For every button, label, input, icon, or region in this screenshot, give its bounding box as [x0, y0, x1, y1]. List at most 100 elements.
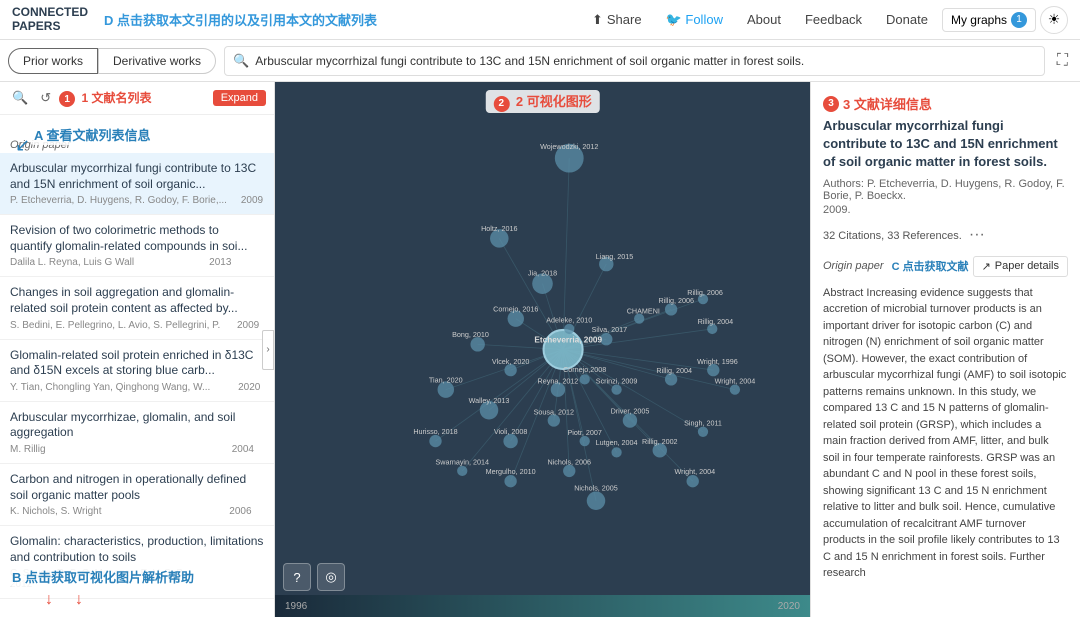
svg-text:Bong, 2010: Bong, 2010: [452, 330, 489, 339]
locate-button[interactable]: ◎: [317, 563, 345, 591]
tab-group: Prior works Derivative works: [8, 48, 216, 74]
left-panel-header: 🔍 ↺ 1 1 文献名列表 Expand: [0, 82, 274, 115]
viz-controls: ? ◎: [283, 563, 345, 591]
search-row: Prior works Derivative works 🔍 ⛶: [0, 40, 1080, 82]
svg-text:Hurisso, 2018: Hurisso, 2018: [413, 427, 457, 436]
fullscreen-icon: ⛶: [1057, 52, 1068, 69]
search-input[interactable]: [255, 54, 1036, 68]
panel-refresh-icon[interactable]: ↺: [36, 88, 55, 108]
list-item[interactable]: Carbon and nitrogen in operationally def…: [0, 464, 274, 526]
share-button[interactable]: ⬆ Share: [582, 8, 652, 32]
twitter-icon: 🐦: [666, 12, 682, 27]
svg-text:Nichols, 2006: Nichols, 2006: [547, 458, 591, 467]
share-icon: ⬆: [592, 12, 603, 28]
right-panel: 3 3 文献详细信息 Arbuscular mycorrhizal fungi …: [810, 82, 1080, 617]
paper-meta: M. Rillig 2004: [10, 444, 264, 455]
paper-detail-year: 2009.: [823, 204, 1068, 216]
svg-text:Vlcek, 2020: Vlcek, 2020: [492, 357, 530, 366]
svg-text:Walley, 2013: Walley, 2013: [469, 396, 510, 405]
list-item[interactable]: Glomalin: characteristics, production, l…: [0, 526, 274, 599]
paper-title: Arbuscular mycorrhizal fungi contribute …: [10, 161, 264, 192]
timeline-end: 2020: [778, 601, 800, 612]
panel-search-icon[interactable]: 🔍: [8, 88, 32, 108]
scroll-arrow[interactable]: ›: [262, 330, 274, 370]
svg-text:Wright, 1996: Wright, 1996: [697, 357, 738, 366]
list-item[interactable]: Changes in soil aggregation and glomalin…: [0, 277, 274, 339]
svg-text:Rillig, 2004: Rillig, 2004: [698, 317, 734, 326]
svg-text:Nichols, 2005: Nichols, 2005: [574, 483, 618, 492]
timeline-start: 1996: [285, 601, 307, 612]
theme-toggle-button[interactable]: ☀: [1040, 6, 1068, 34]
paper-title: Carbon and nitrogen in operationally def…: [10, 472, 264, 503]
svg-text:Reyna, 2012: Reyna, 2012: [538, 376, 579, 385]
svg-text:Rillig, 2006: Rillig, 2006: [658, 296, 694, 305]
sun-icon: ☀: [1048, 11, 1061, 28]
center-panel: 2 2 可视化图形: [275, 82, 810, 617]
svg-text:Holtz, 2016: Holtz, 2016: [481, 224, 517, 233]
paper-title: Arbuscular mycorrhizae, glomalin, and so…: [10, 410, 264, 441]
my-graphs-badge: 1: [1011, 12, 1027, 28]
svg-text:Singh, 2011: Singh, 2011: [684, 419, 722, 428]
list-item[interactable]: Arbuscular mycorrhizae, glomalin, and so…: [0, 402, 274, 464]
origin-badge-row: Origin paper C 点击获取文献 ↗ Paper details: [823, 256, 1068, 277]
nav-title-link[interactable]: D 点击获取本文引用的以及引用本文的文献列表: [104, 10, 574, 29]
paper-meta: P. Etcheverria, D. Huygens, R. Godoy, F.…: [10, 195, 264, 206]
papers-list: Origin paper Arbuscular mycorrhizal fung…: [0, 133, 274, 617]
svg-text:Silva, 2017: Silva, 2017: [592, 325, 628, 334]
feedback-button[interactable]: Feedback: [795, 8, 872, 31]
paper-title: Glomalin-related soil protein enriched i…: [10, 348, 264, 379]
my-graphs-button[interactable]: My graphs 1: [942, 8, 1036, 32]
list-item[interactable]: Revision of two colorimetric methods to …: [0, 215, 274, 277]
svg-text:Adeleke, 2010: Adeleke, 2010: [546, 316, 592, 325]
search-icon: 🔍: [233, 53, 249, 69]
fullscreen-button[interactable]: ⛶: [1053, 48, 1072, 74]
paper-detail-citations: 32 Citations, 33 References. ···: [823, 224, 1068, 246]
svg-text:Sousa, 2012: Sousa, 2012: [534, 407, 574, 416]
main-layout: 🔍 ↺ 1 1 文献名列表 Expand A 查看文献列表信息 ↙ Origin…: [0, 82, 1080, 617]
timeline-bar: 1996 2020: [275, 595, 810, 617]
svg-text:Wright, 2004: Wright, 2004: [715, 376, 756, 385]
paper-title: Changes in soil aggregation and glomalin…: [10, 285, 264, 316]
svg-text:Rillig, 2006: Rillig, 2006: [687, 288, 723, 297]
svg-text:Etcheverria, 2009: Etcheverria, 2009: [534, 335, 602, 344]
svg-text:Rillig, 2004: Rillig, 2004: [656, 366, 692, 375]
svg-text:Lutgen, 2004: Lutgen, 2004: [596, 438, 638, 447]
svg-text:Wright, 2004: Wright, 2004: [674, 467, 715, 476]
list-item[interactable]: Glomalin-related soil protein enriched i…: [0, 340, 274, 402]
paper-meta: C. Sousa, R. S. C. Menezes, E. V. S. B..…: [10, 568, 264, 590]
paper-detail-title: Arbuscular mycorrhizal fungi contribute …: [823, 117, 1068, 172]
expand-button[interactable]: Expand: [213, 90, 266, 106]
paper-detail-authors: Authors: P. Etcheverria, D. Huygens, R. …: [823, 178, 1068, 202]
svg-text:CHAMENI: CHAMENI: [627, 306, 660, 315]
paper-title: Revision of two colorimetric methods to …: [10, 223, 264, 254]
paper-item-origin[interactable]: Arbuscular mycorrhizal fungi contribute …: [0, 153, 274, 215]
origin-label: Origin paper: [0, 133, 274, 153]
svg-text:Scrinzi, 2009: Scrinzi, 2009: [596, 376, 638, 385]
paper-meta: Dalila L. Reyna, Luis G Wall 2013: [10, 257, 264, 268]
panel-label: 1 1 文献名列表: [59, 89, 209, 108]
paper-meta: K. Nichols, S. Wright 2006: [10, 506, 264, 517]
svg-text:Jia, 2018: Jia, 2018: [528, 268, 557, 277]
paper-abstract: Abstract Increasing evidence suggests th…: [823, 285, 1068, 582]
svg-text:Cornejo, 2016: Cornejo, 2016: [493, 304, 538, 313]
svg-text:Tian, 2020: Tian, 2020: [429, 375, 463, 384]
origin-badge: Origin paper: [823, 260, 884, 272]
nav-right: ⬆ Share 🐦 Follow About Feedback Donate M…: [582, 6, 1068, 34]
svg-text:Driver, 2005: Driver, 2005: [611, 406, 650, 415]
paper-meta: S. Bedini, E. Pellegrino, L. Avio, S. Pe…: [10, 320, 264, 331]
help-button[interactable]: ?: [283, 563, 311, 591]
annotation-3: 3 文献详细信息: [843, 94, 932, 113]
svg-text:Piotr, 2007: Piotr, 2007: [567, 428, 601, 437]
search-container: 🔍: [224, 46, 1045, 76]
paper-title: Glomalin: characteristics, production, l…: [10, 534, 264, 565]
logo: CONNECTED PAPERS: [12, 6, 88, 32]
prior-works-tab[interactable]: Prior works: [8, 48, 98, 74]
svg-text:Rillig, 2002: Rillig, 2002: [642, 437, 678, 446]
follow-button[interactable]: 🐦 Follow: [656, 8, 733, 32]
derivative-works-tab[interactable]: Derivative works: [98, 48, 216, 74]
svg-text:Swarnayin, 2014: Swarnayin, 2014: [435, 458, 489, 467]
donate-button[interactable]: Donate: [876, 8, 938, 31]
more-options-button[interactable]: ···: [965, 224, 989, 246]
about-button[interactable]: About: [737, 8, 791, 31]
paper-details-button[interactable]: ↗ Paper details: [973, 256, 1068, 277]
